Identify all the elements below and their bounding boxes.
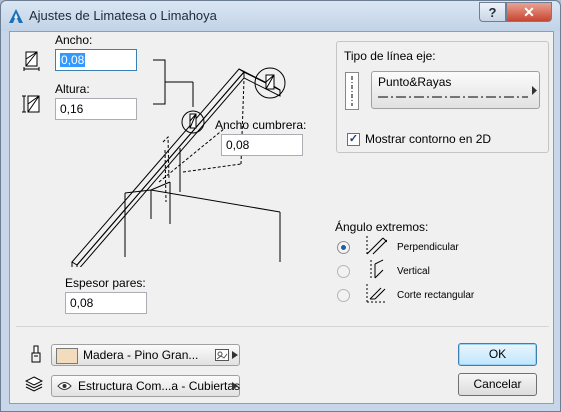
espesor-pares-label: Espesor pares: xyxy=(65,276,146,290)
ridge-preview-illustration xyxy=(71,59,286,267)
radio-corte-rectangular[interactable] xyxy=(337,289,350,302)
material-swatch xyxy=(56,348,78,364)
corte-rectangular-label: Corte rectangular xyxy=(397,290,475,301)
archicad-app-icon xyxy=(9,9,23,23)
dialog-content: Ancho: 0,08 Altura: 0,16 Ancho cumbrera:… xyxy=(9,31,554,404)
line-type-value: Punto&Rayas xyxy=(378,75,452,89)
material-arrow-icon xyxy=(232,351,238,359)
popup-arrow-icon xyxy=(532,86,537,95)
layer-arrow-icon xyxy=(232,382,238,390)
ancho-cumbrera-input[interactable]: 0,08 xyxy=(221,134,303,156)
title-bar: Ajustes de Limatesa o Limahoya ? ✕ xyxy=(1,1,560,31)
help-button[interactable]: ? xyxy=(479,2,506,22)
material-texture-icon xyxy=(215,349,229,361)
vertical-label: Vertical xyxy=(397,266,430,277)
end-angle-label: Ángulo extremos: xyxy=(335,220,429,234)
eye-icon xyxy=(57,382,72,390)
perpendicular-cut-icon xyxy=(366,236,387,255)
show-contour-label: Mostrar contorno en 2D xyxy=(365,132,492,146)
close-button[interactable]: ✕ xyxy=(506,2,552,22)
divider xyxy=(16,326,549,327)
ok-button[interactable]: OK xyxy=(458,343,537,366)
dash-dot-line-sample xyxy=(378,96,528,98)
ancho-label: Ancho: xyxy=(55,33,93,47)
axis-line-icon xyxy=(345,72,359,110)
radio-perpendicular[interactable] xyxy=(337,241,350,254)
material-popup[interactable]: Madera - Pino Gran... xyxy=(51,344,240,366)
material-name: Madera - Pino Gran... xyxy=(83,348,199,362)
window-title: Ajustes de Limatesa o Limahoya xyxy=(29,8,217,23)
vertical-cut-icon xyxy=(370,259,384,279)
cancel-button[interactable]: Cancelar xyxy=(458,373,537,396)
dialog-window: Ajustes de Limatesa o Limahoya ? ✕ Ancho… xyxy=(0,0,561,412)
line-type-popup[interactable]: Punto&Rayas xyxy=(371,71,540,109)
material-brush-icon xyxy=(31,345,41,363)
radio-vertical[interactable] xyxy=(337,265,350,278)
perpendicular-label: Perpendicular xyxy=(397,242,459,253)
rectangular-cut-icon xyxy=(366,284,386,303)
layer-popup[interactable]: Estructura Com...a - Cubiertas xyxy=(51,375,240,397)
ancho-cumbrera-label: Ancho cumbrera: xyxy=(215,118,307,132)
layers-icon xyxy=(25,376,43,392)
height-icon xyxy=(22,95,40,113)
show-contour-checkbox[interactable]: ✓ xyxy=(347,133,360,146)
espesor-pares-input[interactable]: 0,08 xyxy=(65,292,147,314)
layer-name: Estructura Com...a - Cubiertas xyxy=(78,379,241,393)
line-type-label: Tipo de línea eje: xyxy=(344,49,436,63)
width-icon xyxy=(23,51,40,71)
